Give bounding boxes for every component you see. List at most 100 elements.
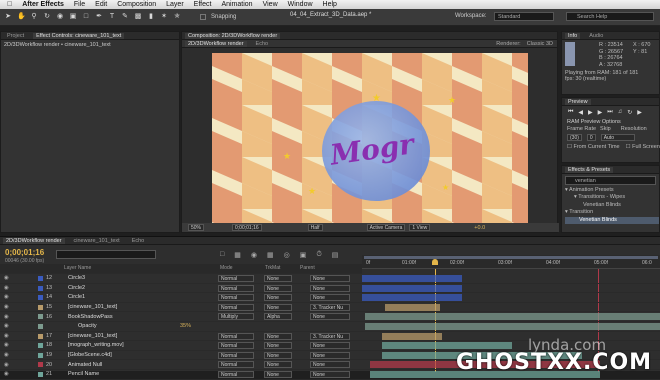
viewer-timecode[interactable]: 0;00;01;16 <box>232 224 262 231</box>
mode-select[interactable]: Normal <box>218 294 254 302</box>
frame-rate-select[interactable]: (30) <box>567 134 582 141</box>
label-color-swatch[interactable] <box>38 314 43 320</box>
layer-name[interactable]: [GlobeScene.c4d] <box>68 352 112 358</box>
timeline-search-input[interactable] <box>56 250 156 259</box>
trkmat-select[interactable]: None <box>264 275 292 282</box>
menu-animation[interactable]: Animation <box>221 1 252 8</box>
draft-3d-icon[interactable]: ▦ <box>234 251 241 259</box>
parent-select[interactable]: None <box>310 371 350 378</box>
apple-icon[interactable]:  <box>7 1 12 8</box>
visibility-icon[interactable]: ◉ <box>4 314 9 320</box>
next-frame-icon[interactable]: ▶ <box>598 109 603 116</box>
mode-select[interactable]: Normal <box>218 351 254 359</box>
parent-select[interactable]: None <box>310 284 350 292</box>
audio-icon[interactable]: ♫ <box>618 109 623 116</box>
mode-select[interactable]: Normal <box>218 332 254 340</box>
label-color-swatch[interactable] <box>38 343 43 349</box>
menu-edit[interactable]: Edit <box>95 1 107 8</box>
visibility-icon[interactable]: ◉ <box>4 342 9 348</box>
layer-duration-bar[interactable] <box>365 313 660 321</box>
layer-duration-bar[interactable] <box>362 275 462 282</box>
tab-info[interactable]: Info <box>565 32 581 39</box>
mode-select[interactable]: Normal <box>218 371 254 378</box>
rotate-tool-icon[interactable]: ↻ <box>43 13 51 21</box>
visibility-icon[interactable]: ◉ <box>4 285 9 291</box>
trkmat-select[interactable]: None <box>264 303 292 311</box>
mode-select[interactable]: Normal <box>218 303 254 311</box>
timeline-timecode[interactable]: 0;00;01;16 <box>5 248 44 257</box>
layer-duration-bar[interactable] <box>362 284 462 292</box>
timeline-tab-cineware[interactable]: cineware_101_text <box>71 238 123 244</box>
text-tool-icon[interactable]: T <box>108 13 116 21</box>
selection-tool-icon[interactable]: ➤ <box>4 13 12 21</box>
mode-select[interactable]: Multiply <box>218 313 254 321</box>
workspace-select[interactable]: Standard <box>494 12 554 21</box>
comp-mini-flowchart-icon[interactable]: □ <box>220 251 224 259</box>
trkmat-select[interactable]: None <box>264 361 292 369</box>
layer-name[interactable]: Animated Null <box>68 362 102 368</box>
parent-select[interactable]: 3. Tracker Nu <box>310 303 350 311</box>
composition-viewer[interactable]: Mogr ★ ★ ★ ★ ★ <box>212 53 528 224</box>
tree-item-animation-presets[interactable]: ▾ Animation Presets <box>565 187 659 194</box>
effects-search-input[interactable]: venetian <box>565 176 656 185</box>
graph-editor-icon[interactable]: ▤ <box>332 251 339 259</box>
visibility-icon[interactable]: ◉ <box>4 333 9 339</box>
parent-select[interactable]: None <box>310 275 350 282</box>
pan-behind-tool-icon[interactable]: ▣ <box>69 13 77 21</box>
visibility-icon[interactable]: ◉ <box>4 323 9 329</box>
work-area-bar[interactable] <box>364 256 658 259</box>
zoom-select[interactable]: 50% <box>188 224 205 231</box>
trkmat-select[interactable]: None <box>264 332 292 340</box>
timeline-tab-echo[interactable]: Echo <box>129 238 148 244</box>
tab-project[interactable]: Project <box>4 33 27 39</box>
snapping-checkbox[interactable] <box>200 14 206 20</box>
motion-blur-icon[interactable]: ◎ <box>284 251 290 259</box>
current-time-indicator[interactable] <box>432 259 438 265</box>
visibility-icon[interactable]: ◉ <box>4 294 9 300</box>
tab-preview[interactable]: Preview <box>565 98 591 105</box>
menu-help[interactable]: Help <box>323 1 337 8</box>
layer-duration-bar[interactable] <box>385 303 440 311</box>
parent-select[interactable]: None <box>310 351 350 359</box>
mode-select[interactable]: Normal <box>218 361 254 369</box>
skip-input[interactable]: 0 <box>586 134 596 141</box>
label-color-swatch[interactable] <box>38 372 43 377</box>
label-color-swatch[interactable] <box>38 324 43 329</box>
layer-name[interactable]: Opacity <box>78 323 97 329</box>
label-color-swatch[interactable] <box>38 333 43 339</box>
label-color-swatch[interactable] <box>38 352 43 358</box>
from-current-time-checkbox[interactable]: ☐ From Current Time <box>567 144 620 150</box>
parent-select[interactable]: None <box>310 294 350 302</box>
trkmat-select[interactable]: None <box>264 342 292 350</box>
layer-row[interactable]: ◉ 12 Circle3 Normal None None <box>0 274 660 284</box>
mode-select[interactable]: Normal <box>218 275 254 282</box>
trkmat-select[interactable]: None <box>264 371 292 378</box>
layer-row[interactable]: ◉ 13 Circle2 Normal None None <box>0 284 660 294</box>
frame-blending-icon[interactable]: ▦ <box>267 251 274 259</box>
view-layout-select[interactable]: 1 View <box>409 224 431 231</box>
menu-window[interactable]: Window <box>288 1 313 8</box>
puppet-tool-icon[interactable]: ✯ <box>173 13 181 21</box>
help-search-input[interactable]: Search Help <box>566 12 654 21</box>
last-frame-icon[interactable]: ⏭ <box>607 109 612 116</box>
layer-duration-bar[interactable] <box>382 332 442 340</box>
subtab-render[interactable]: 2D/3DWorkflow render <box>185 40 247 47</box>
col-parent[interactable]: Parent <box>300 265 315 271</box>
col-trkmat[interactable]: TrkMat <box>265 265 280 271</box>
menu-file[interactable]: File <box>74 1 85 8</box>
play-icon[interactable]: ▶ <box>588 109 593 116</box>
trkmat-select[interactable]: None <box>264 284 292 292</box>
tree-item-transitions-wipes[interactable]: ▾ Transitions - Wipes <box>565 194 659 201</box>
visibility-icon[interactable]: ◉ <box>4 352 9 358</box>
label-color-swatch[interactable] <box>38 304 43 310</box>
hide-shy-icon[interactable]: ◉ <box>251 251 257 259</box>
hand-tool-icon[interactable]: ✋ <box>17 13 26 21</box>
layer-row[interactable]: ◉ 15 [cineware_101_text] Normal None 3. Track… <box>0 303 660 313</box>
mode-select[interactable]: Normal <box>218 284 254 292</box>
ram-preview-icon[interactable]: ▶ <box>637 109 642 116</box>
visibility-icon[interactable]: ◉ <box>4 371 9 377</box>
layer-name[interactable]: Pencil Name <box>68 371 99 377</box>
layer-name[interactable]: Circle2 <box>68 285 85 291</box>
shape-tool-icon[interactable]: □ <box>82 13 90 21</box>
col-layer-name[interactable]: Layer Name <box>64 265 91 271</box>
